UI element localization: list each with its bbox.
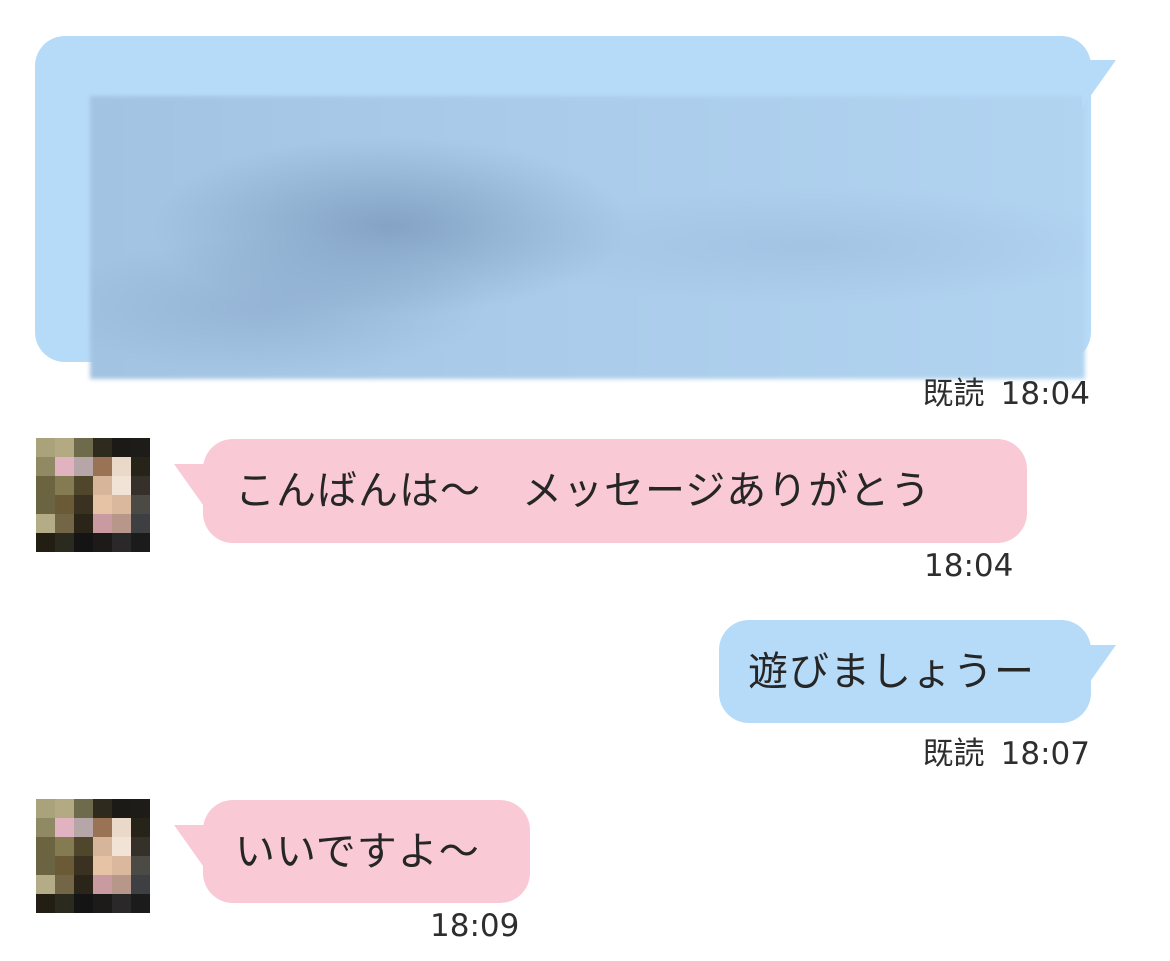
pixelated-avatar-icon[interactable] [36, 799, 150, 913]
read-receipt: 既読 [922, 736, 985, 772]
read-receipt: 既読 [922, 376, 985, 412]
message-time: 18:04 [924, 548, 1014, 584]
message-text: こんばんは〜 メッセージありがとう [235, 468, 932, 514]
blurred-message-content [90, 96, 1085, 379]
incoming-message-bubble[interactable]: こんばんは〜 メッセージありがとう [203, 439, 1027, 543]
message-text: 遊びましょうー [748, 649, 1035, 695]
bubble-tail [1082, 60, 1116, 108]
outgoing-message-bubble[interactable]: 遊びましょうー [719, 620, 1091, 723]
message-time: 18:07 [1000, 736, 1090, 772]
pixelated-avatar-icon[interactable] [36, 438, 150, 552]
message-time: 18:09 [430, 908, 520, 944]
message-text: いいですよ〜 [235, 829, 480, 875]
message-meta: 既読 18:04 [923, 368, 1090, 413]
message-meta: 既読 18:07 [923, 728, 1090, 773]
incoming-message-bubble[interactable]: いいですよ〜 [203, 800, 530, 903]
message-time: 18:04 [1000, 376, 1090, 412]
bubble-tail [1082, 645, 1116, 693]
outgoing-message-bubble[interactable] [35, 36, 1091, 379]
